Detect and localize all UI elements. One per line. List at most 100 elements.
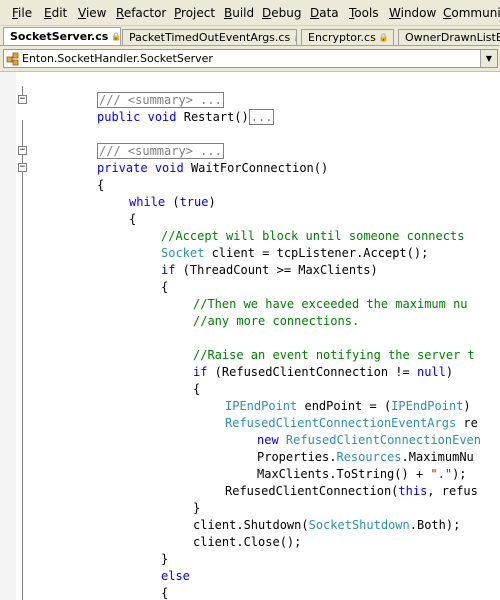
code-token: (RefusedClientConnection != (207, 365, 417, 379)
code-line: } (161, 551, 168, 568)
code-line: if (ThreadCount >= MaxClients) (161, 262, 378, 279)
code-editor[interactable]: − − − /// <summary> ... public void Resta… (0, 72, 500, 600)
lock-icon: 🔒 (111, 32, 121, 41)
tab-label: Encryptor.cs (308, 31, 376, 44)
menu-data[interactable]: Data (310, 6, 339, 20)
type-dropdown[interactable]: Enton.SocketHandler.SocketServer ▼ (3, 49, 498, 68)
menu-mnemonic: B (224, 6, 233, 20)
code-token: { (129, 212, 137, 226)
chevron-down-icon[interactable]: ▼ (480, 50, 497, 67)
code-token: private (97, 161, 148, 175)
menu-project[interactable]: Project (174, 6, 215, 20)
code-token: { (161, 586, 169, 600)
code-token: true (179, 195, 209, 209)
class-icon (6, 52, 19, 66)
code-token: re (456, 416, 478, 430)
code-line: public void Restart()... (97, 109, 275, 126)
collapsed-region[interactable]: /// <summary> ... (97, 92, 224, 108)
code-token: WaitForConnection() (183, 161, 329, 175)
code-line: //any more connections. (193, 313, 359, 330)
code-token: this (398, 484, 428, 498)
menu-build[interactable]: Build (224, 6, 254, 20)
code-token: } (193, 501, 201, 515)
code-token: void (147, 110, 177, 124)
lock-icon: 🔒 (378, 33, 389, 42)
code-token: ); (452, 467, 467, 481)
code-line: /// <summary> ... (97, 143, 224, 160)
code-token: { (161, 280, 169, 294)
menu-mnemonic: D (310, 6, 320, 20)
menu-mnemonic: E (44, 6, 52, 20)
code-line: { (161, 279, 168, 296)
menu-view[interactable]: View (78, 6, 106, 20)
code-token: { (193, 382, 201, 396)
code-token: } (161, 552, 169, 566)
code-token: ) (463, 399, 471, 413)
menu-label-rest: ommunity (451, 6, 500, 20)
code-line: { (161, 585, 168, 600)
code-token: client.Shutdown( (193, 518, 309, 532)
collapse-toggle-icon[interactable]: − (18, 146, 27, 155)
menu-label-rest: dit (51, 6, 68, 20)
code-token: RefusedClientConnectionEven (285, 433, 481, 447)
tab-packettimedouteventargs-cs[interactable]: PacketTimedOutEventArgs.cs🔒 (122, 29, 297, 45)
code-line: //Accept will block until someone connec… (161, 228, 464, 245)
code-line: client.Shutdown(SocketShutdown.Both); (193, 517, 460, 534)
code-line: while (true) (129, 194, 216, 211)
menu-label-rest: iew (85, 6, 107, 20)
menu-mnemonic: V (78, 6, 86, 20)
code-token: public (97, 110, 141, 124)
menu-debug[interactable]: Debug (262, 6, 301, 20)
menu-edit[interactable]: Edit (44, 6, 67, 20)
code-token: new (257, 433, 279, 447)
code-line: MaxClients.ToString() + "."); (257, 466, 467, 483)
code-token: SocketShutdown (308, 518, 410, 532)
code-token: .MaximumNu (401, 450, 474, 464)
menu-label-rest: ata (319, 6, 339, 20)
menu-refactor[interactable]: Refactor (116, 6, 166, 20)
tab-encryptor-cs[interactable]: Encryptor.cs 🔒 (301, 29, 394, 45)
collapsed-region[interactable]: /// <summary> ... (97, 143, 224, 159)
lock-icon: 🔒 (293, 30, 296, 45)
tab-label: PacketTimedOutEventArgs.cs (129, 31, 291, 44)
collapse-toggle-icon[interactable]: − (18, 95, 27, 104)
menu-label-rest: roject (181, 6, 216, 20)
tab-socketserver-cs[interactable]: SocketServer.cs 🔒 (3, 27, 121, 45)
menu-community[interactable]: Community (443, 6, 500, 20)
code-line: RefusedClientConnectionEventArgs re (225, 415, 478, 432)
code-line: { (193, 381, 200, 398)
code-token: //Raise an event notifying the server t (193, 348, 475, 362)
menu-tools[interactable]: Tools (349, 6, 379, 20)
code-token: client.Close(); (193, 535, 302, 549)
code-token: MaxClients.ToString() + (257, 467, 431, 481)
menu-mnemonic: D (262, 6, 272, 20)
code-token: if (193, 365, 208, 379)
code-token: endPoint = ( (297, 399, 392, 413)
code-token: //Then we have exceeded the maximum nu (193, 297, 468, 311)
outline-guide (22, 120, 23, 600)
menu-label-rest: ebug (271, 6, 302, 20)
code-token: RefusedClientConnectionEventArgs (225, 416, 457, 430)
code-token: "." (430, 467, 453, 481)
tab-ownerdrawnlistbox[interactable]: OwnerDrawnListBox (398, 29, 500, 45)
code-token: client = tcpListener.Accept(); (204, 246, 429, 260)
collapsed-region[interactable]: ... (248, 109, 275, 125)
code-token: .Both); (409, 518, 461, 532)
tab-label: SocketServer.cs (10, 30, 109, 43)
code-token: Resources (336, 450, 402, 464)
code-token: ) (445, 365, 454, 379)
code-token: { (97, 178, 105, 192)
code-token: Properties. (257, 450, 337, 464)
collapse-toggle-icon[interactable]: − (18, 163, 27, 172)
code-token: ) (208, 195, 216, 209)
menu-window[interactable]: Window (389, 6, 436, 20)
type-dropdown-value: Enton.SocketHandler.SocketServer (22, 52, 213, 65)
menu-label-rest: efactor (123, 6, 167, 20)
code-line: } (193, 500, 200, 517)
menu-mnemonic: R (116, 6, 124, 20)
menu-label-rest: uild (232, 6, 255, 20)
code-line: else (161, 568, 190, 585)
menu-file[interactable]: File (12, 6, 32, 20)
code-line: { (97, 177, 104, 194)
